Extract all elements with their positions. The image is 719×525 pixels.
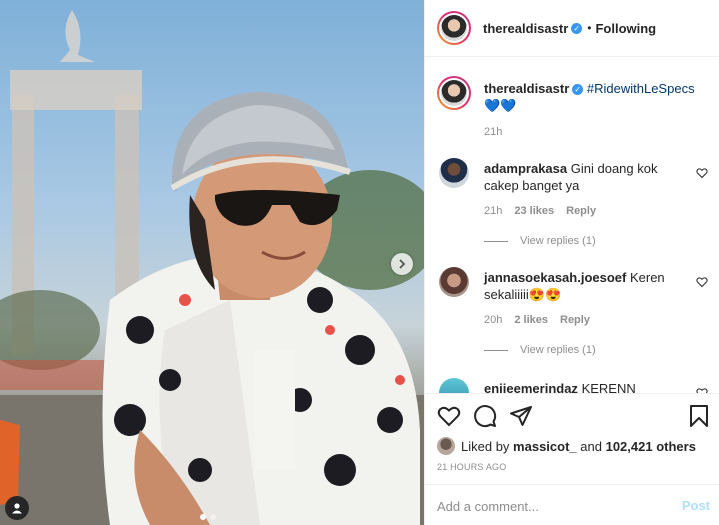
next-photo-button[interactable] bbox=[391, 253, 413, 275]
comment-text: jannasoekasah.joesoef Keren sekaliiiii😍😍 bbox=[484, 269, 689, 303]
user-tag-icon bbox=[12, 503, 22, 514]
tagged-users-button[interactable] bbox=[5, 496, 29, 520]
commenter-username[interactable]: adamprakasa bbox=[484, 161, 567, 176]
reply-button[interactable]: Reply bbox=[560, 314, 590, 326]
caption-meta: 21h bbox=[484, 126, 502, 138]
likes-prefix: Liked by bbox=[461, 438, 510, 454]
comments-list[interactable]: therealdisastr ✓ #RidewithLeSpecs 💙💙 21h … bbox=[425, 58, 719, 393]
liker-avatar[interactable] bbox=[437, 437, 455, 455]
caption-username[interactable]: therealdisastr bbox=[484, 81, 569, 96]
verified-badge-icon: ✓ bbox=[571, 22, 583, 34]
comment-meta: 20h 2 likes Reply bbox=[484, 314, 590, 326]
heart-icon[interactable] bbox=[437, 404, 461, 428]
post-timestamp[interactable]: 21 HOURS AGO bbox=[437, 462, 506, 472]
author-avatar[interactable] bbox=[437, 11, 471, 45]
comment-input[interactable] bbox=[437, 495, 667, 517]
comment-text: enjieemerindaz KERENN bbox=[484, 380, 689, 393]
comment-likes[interactable]: 2 likes bbox=[514, 314, 548, 326]
likes-others-link[interactable]: 102,421 others bbox=[606, 439, 696, 454]
replies-line bbox=[484, 349, 508, 351]
comment-time[interactable]: 20h bbox=[484, 314, 502, 326]
post-side-panel: therealdisastr ✓ • Following therealdisa… bbox=[424, 0, 719, 525]
carousel-dot bbox=[210, 514, 216, 520]
heart-icon[interactable] bbox=[696, 167, 708, 179]
view-replies-label: View replies (1) bbox=[520, 235, 596, 247]
liker-username[interactable]: massicot_ bbox=[513, 439, 577, 454]
author-info: therealdisastr ✓ • Following bbox=[483, 21, 656, 36]
caption-hashtag[interactable]: #RidewithLeSpecs bbox=[587, 81, 695, 96]
share-icon[interactable] bbox=[509, 404, 533, 428]
post-header: therealdisastr ✓ • Following bbox=[425, 0, 719, 57]
add-comment-bar: Post bbox=[425, 484, 719, 525]
comment-meta: 21h 23 likes Reply bbox=[484, 205, 596, 217]
comment-time[interactable]: 21h bbox=[484, 205, 502, 217]
bookmark-icon[interactable] bbox=[687, 404, 711, 428]
post-photo[interactable] bbox=[0, 0, 424, 525]
caption-row: therealdisastr ✓ #RidewithLeSpecs 💙💙 21h bbox=[437, 76, 717, 146]
action-icons bbox=[437, 404, 711, 430]
following-button[interactable]: Following bbox=[595, 21, 656, 36]
commenter-username[interactable]: enjieemerindaz bbox=[484, 381, 578, 393]
caption-emoji: 💙💙 bbox=[484, 98, 517, 113]
comment-likes[interactable]: 23 likes bbox=[514, 205, 554, 217]
author-username[interactable]: therealdisastr bbox=[483, 21, 568, 36]
caption-time[interactable]: 21h bbox=[484, 126, 502, 138]
commenter-avatar[interactable] bbox=[439, 378, 469, 393]
commenter-avatar[interactable] bbox=[439, 267, 469, 297]
verified-badge-icon: ✓ bbox=[572, 84, 584, 96]
view-replies-button[interactable]: View replies (1) bbox=[484, 235, 596, 247]
comment-text: adamprakasa Gini doang kok cakep banget … bbox=[484, 160, 689, 194]
caption-text: therealdisastr ✓ #RidewithLeSpecs 💙💙 bbox=[484, 80, 704, 114]
view-replies-label: View replies (1) bbox=[520, 344, 596, 356]
photo-scene bbox=[0, 10, 424, 525]
reply-button[interactable]: Reply bbox=[566, 205, 596, 217]
comment-item: adamprakasa Gini doang kok cakep banget … bbox=[437, 158, 717, 258]
comment-body: KERENN bbox=[581, 381, 636, 393]
carousel-indicator bbox=[200, 514, 216, 520]
comment-icon[interactable] bbox=[473, 404, 497, 428]
commenter-username[interactable]: jannasoekasah.joesoef bbox=[484, 270, 626, 285]
replies-line bbox=[484, 240, 508, 242]
carousel-dot bbox=[200, 514, 206, 520]
likes-summary: Liked by massicot_ and 102,421 others bbox=[437, 437, 696, 455]
view-replies-button[interactable]: View replies (1) bbox=[484, 344, 596, 356]
comment-item: jannasoekasah.joesoef Keren sekaliiiii😍😍… bbox=[437, 267, 717, 367]
chevron-right-icon bbox=[399, 259, 406, 269]
heart-icon[interactable] bbox=[696, 276, 708, 288]
post-actions-section: Liked by massicot_ and 102,421 others 21… bbox=[425, 393, 719, 525]
comment-item: enjieemerindaz KERENN bbox=[437, 378, 717, 393]
post-comment-button[interactable]: Post bbox=[682, 498, 710, 513]
caption-avatar[interactable] bbox=[437, 76, 471, 110]
commenter-avatar[interactable] bbox=[439, 158, 469, 188]
separator-dot: • bbox=[587, 21, 592, 35]
likes-conjunction: and bbox=[580, 438, 602, 454]
